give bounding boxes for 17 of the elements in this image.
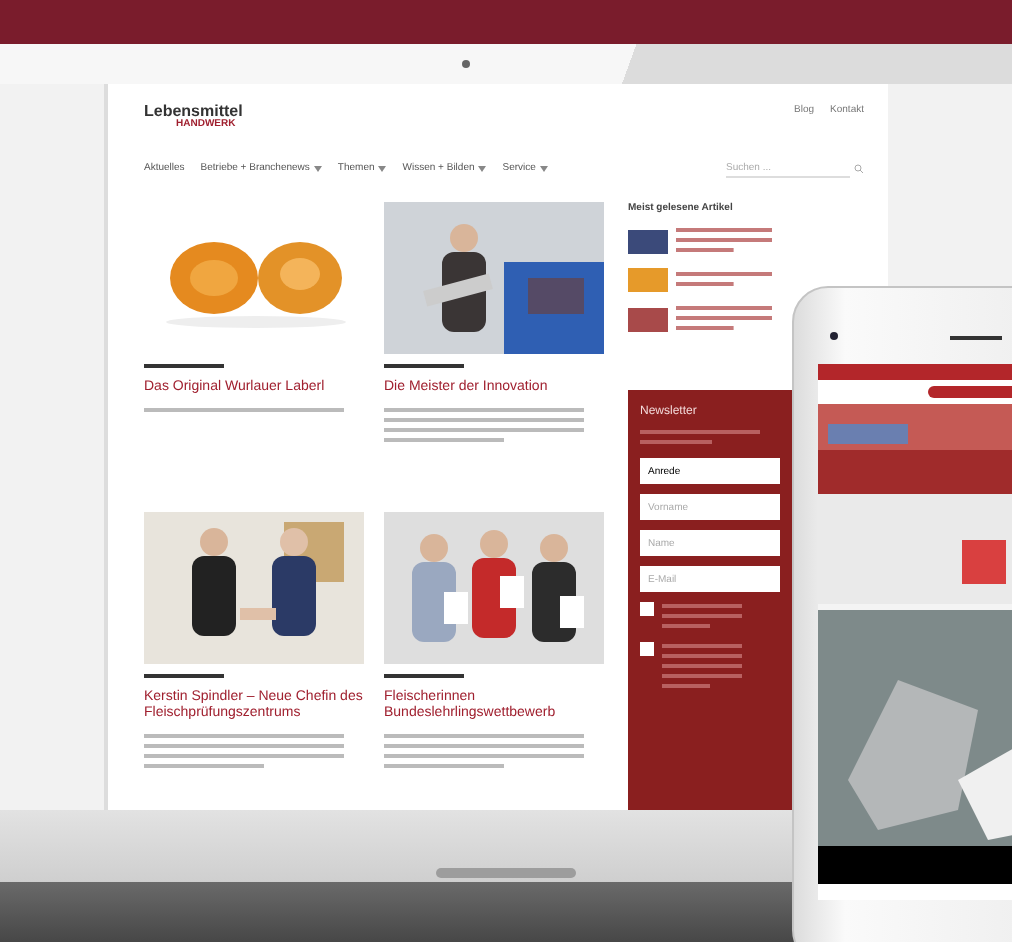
text-lines-drawing xyxy=(640,428,760,448)
text-lines-drawing xyxy=(662,642,742,692)
camera-icon xyxy=(830,332,838,340)
checkbox[interactable] xyxy=(640,642,654,656)
caret-icon xyxy=(378,165,387,171)
text-lines-drawing xyxy=(676,304,772,334)
checkbox[interactable] xyxy=(640,602,654,616)
text-lines-drawing xyxy=(676,226,772,256)
camera-icon xyxy=(462,60,470,68)
logo-text: Lebensmittel xyxy=(144,104,243,120)
caret-icon xyxy=(478,165,487,171)
text-lines-drawing xyxy=(676,270,772,290)
search-icon xyxy=(854,163,864,173)
caret-icon xyxy=(313,165,322,171)
caret-icon xyxy=(539,165,548,171)
laptop-notch xyxy=(436,868,576,878)
text-lines-drawing xyxy=(662,602,742,632)
